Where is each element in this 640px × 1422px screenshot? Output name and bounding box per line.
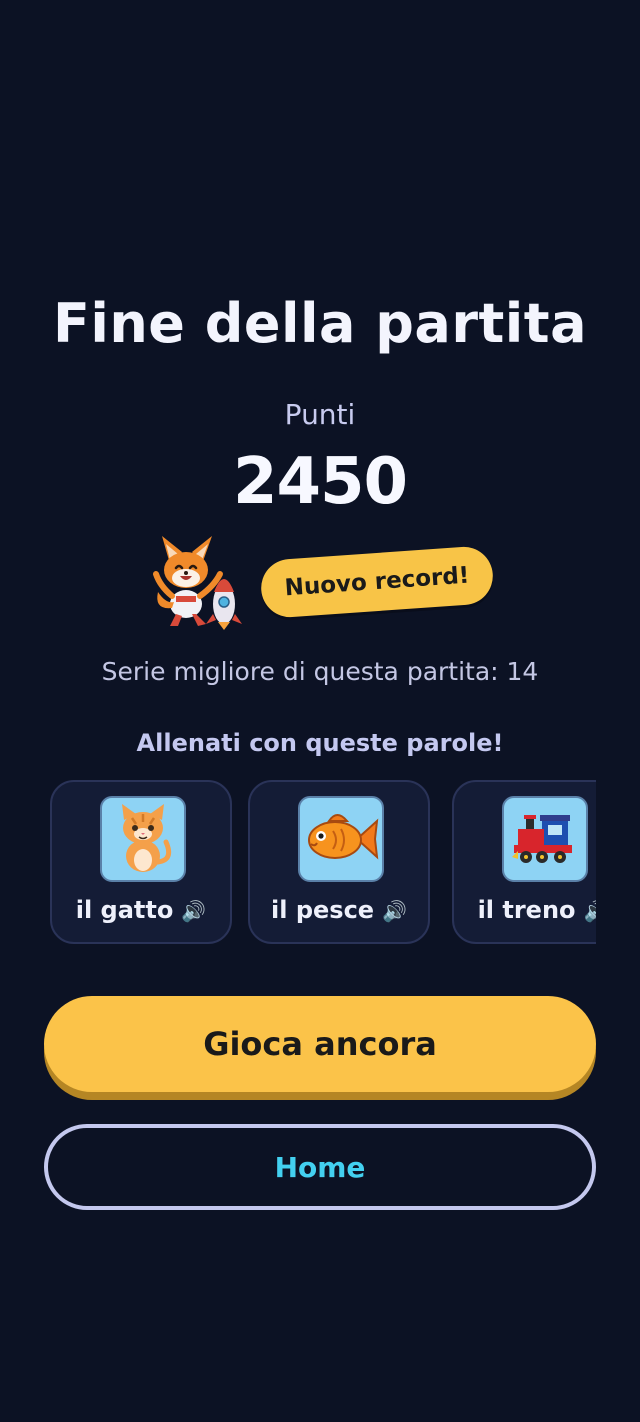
word-card[interactable]: il treno 🔊 xyxy=(452,780,596,944)
new-record-badge: Nuovo record! xyxy=(259,544,495,620)
speaker-icon[interactable]: 🔊 xyxy=(382,899,407,923)
best-streak-text: Serie migliore di questa partita: 14 xyxy=(101,657,539,686)
speaker-icon[interactable]: 🔊 xyxy=(584,899,596,923)
play-again-button[interactable]: Gioca ancora xyxy=(44,996,596,1092)
word-card[interactable]: il gatto 🔊 xyxy=(50,780,232,944)
practice-words-heading: Allenati con queste parole! xyxy=(136,729,504,757)
word-label: il gatto 🔊 xyxy=(52,896,230,924)
speaker-icon[interactable]: 🔊 xyxy=(181,899,206,923)
word-label: il treno 🔊 xyxy=(454,896,596,924)
train-icon xyxy=(502,796,588,882)
word-text: il pesce xyxy=(271,896,375,924)
word-text: il gatto xyxy=(75,896,174,924)
fox-mascot-icon xyxy=(148,530,244,630)
score-label: Punti xyxy=(284,398,356,431)
score-value: 2450 xyxy=(232,445,408,519)
page-title: Fine della partita xyxy=(52,292,588,355)
new-record-label: Nuovo record! xyxy=(283,562,471,602)
home-button[interactable]: Home xyxy=(44,1124,596,1210)
word-cards-carousel[interactable]: il gatto 🔊 il pesce 🔊 il treno 🔊 xyxy=(50,780,596,948)
word-card[interactable]: il pesce 🔊 xyxy=(248,780,430,944)
fish-icon xyxy=(298,796,384,882)
cat-icon xyxy=(100,796,186,882)
word-label: il pesce 🔊 xyxy=(250,896,428,924)
word-text: il treno xyxy=(477,896,576,924)
